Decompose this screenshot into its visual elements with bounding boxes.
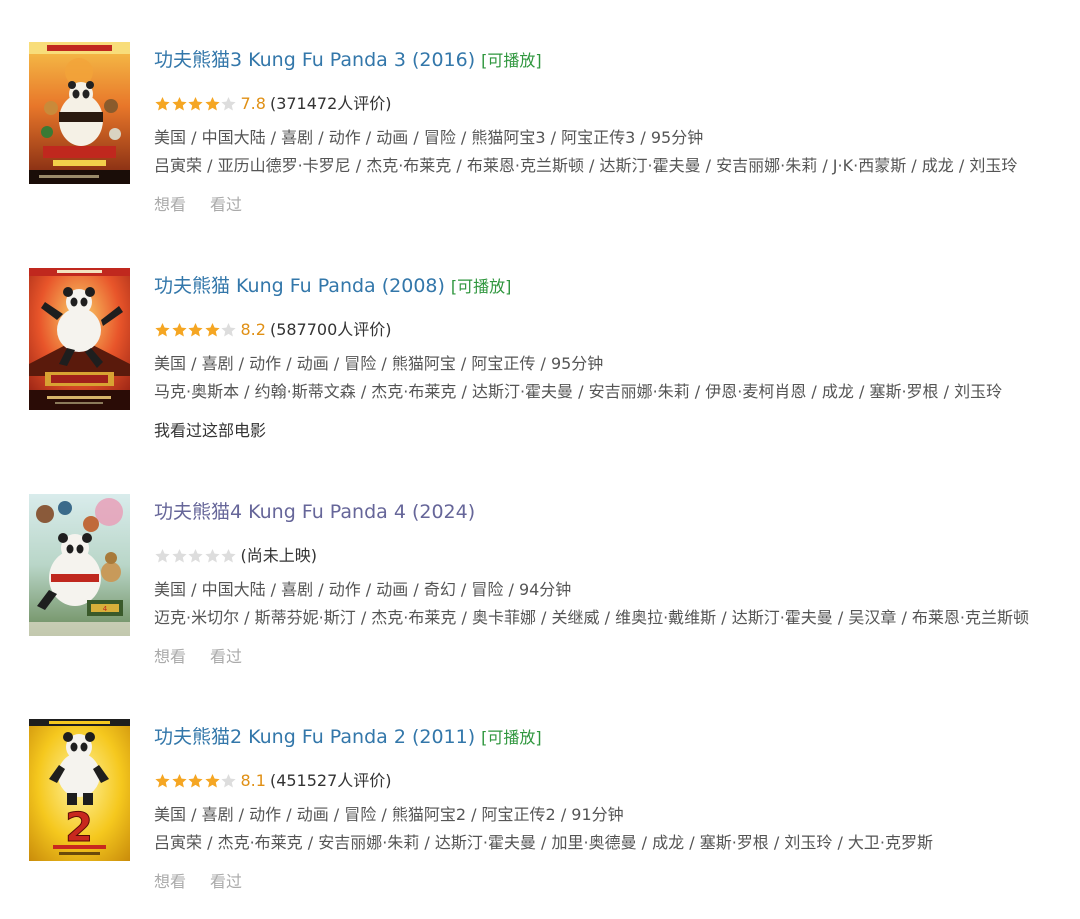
playable-badge[interactable]: [可播放] <box>451 277 512 296</box>
list-item: 功夫熊猫3 Kung Fu Panda 3 (2016) [可播放] 7.8 (3… <box>0 42 1080 242</box>
star-empty-icon <box>188 549 203 563</box>
star-empty-icon <box>221 549 236 563</box>
svg-text:4: 4 <box>103 605 108 613</box>
movie-title-link[interactable]: 功夫熊猫2 Kung Fu Panda 2 (2011) <box>154 726 475 748</box>
rating-row: (尚未上映) <box>154 544 317 568</box>
playable-badge[interactable]: [可播放] <box>481 728 542 747</box>
want-to-watch-button[interactable]: 想看 <box>154 872 186 891</box>
list-item: 4 功夫熊猫4 Kung Fu Panda 4 (2024) (尚未上映) 美国… <box>0 494 1080 694</box>
star-filled-icon <box>171 774 187 788</box>
list-item: 功夫熊猫 Kung Fu Panda (2008) [可播放] 8.2 (5877… <box>0 268 1080 468</box>
poster-image <box>29 42 130 184</box>
movie-cast: 吕寅荣 / 亚历山德罗·卡罗尼 / 杰克·布莱克 / 布莱恩·克兰斯顿 / 达斯… <box>154 156 1018 175</box>
rating-score: 8.1 <box>240 771 266 790</box>
star-filled-icon <box>155 774 170 788</box>
movie-cast: 吕寅荣 / 杰克·布莱克 / 安吉丽娜·朱莉 / 达斯汀·霍夫曼 / 加里·奥德… <box>154 833 934 852</box>
movie-meta: 美国 / 喜剧 / 动作 / 动画 / 冒险 / 熊猫阿宝 / 阿宝正传 / 9… <box>154 354 604 373</box>
poster-image: 2 <box>29 719 130 861</box>
kung-fu-panda-2-poster[interactable]: 2 <box>29 719 130 861</box>
star-filled-icon <box>155 323 170 337</box>
rating-votes: (371472人评价) <box>269 94 392 113</box>
star-filled-icon <box>204 323 220 337</box>
want-to-watch-button[interactable]: 想看 <box>154 195 186 214</box>
kung-fu-panda-poster[interactable] <box>29 268 130 410</box>
movie-title-link[interactable]: 功夫熊猫4 Kung Fu Panda 4 (2024) <box>154 501 475 523</box>
star-empty-icon <box>155 549 170 563</box>
movie-meta: 美国 / 喜剧 / 动作 / 动画 / 冒险 / 熊猫阿宝2 / 阿宝正传2 /… <box>154 805 624 824</box>
title-row: 功夫熊猫3 Kung Fu Panda 3 (2016) [可播放] <box>154 46 542 74</box>
watched-button[interactable]: 看过 <box>210 872 242 891</box>
watched-status: 我看过这部电影 <box>154 421 267 440</box>
star-empty-icon <box>221 774 236 788</box>
movie-meta: 美国 / 中国大陆 / 喜剧 / 动作 / 动画 / 奇幻 / 冒险 / 94分… <box>154 580 572 599</box>
star-filled-icon <box>171 97 187 111</box>
movie-meta: 美国 / 中国大陆 / 喜剧 / 动作 / 动画 / 冒险 / 熊猫阿宝3 / … <box>154 128 704 147</box>
list-item: 2 功夫熊猫2 Kung Fu Panda 2 (2011) [可播放] 8.1 … <box>0 719 1080 919</box>
star-filled-icon <box>204 774 220 788</box>
action-row: 想看 看过 <box>154 645 266 669</box>
rating-status: (尚未上映) <box>240 546 318 565</box>
title-row: 功夫熊猫 Kung Fu Panda (2008) [可播放] <box>154 272 511 300</box>
star-empty-icon <box>171 549 187 563</box>
star-filled-icon <box>188 97 203 111</box>
poster-image <box>29 268 130 410</box>
title-row: 功夫熊猫4 Kung Fu Panda 4 (2024) <box>154 498 475 526</box>
movie-cast: 迈克·米切尔 / 斯蒂芬妮·斯汀 / 杰克·布莱克 / 奥卡菲娜 / 关继威 /… <box>154 608 1030 627</box>
star-filled-icon <box>155 97 170 111</box>
rating-row: 8.2 (587700人评价) <box>154 318 392 342</box>
star-rating <box>154 773 237 789</box>
playable-badge[interactable]: [可播放] <box>481 51 542 70</box>
star-rating <box>154 322 237 338</box>
kung-fu-panda-3-poster[interactable] <box>29 42 130 184</box>
action-row: 想看 看过 <box>154 870 266 894</box>
star-filled-icon <box>171 323 187 337</box>
poster-image: 4 <box>29 494 130 636</box>
star-empty-icon <box>204 549 220 563</box>
rating-votes: (587700人评价) <box>269 320 392 339</box>
svg-text:2: 2 <box>65 805 93 851</box>
movie-title-link[interactable]: 功夫熊猫3 Kung Fu Panda 3 (2016) <box>154 49 475 71</box>
rating-score: 8.2 <box>240 320 266 339</box>
star-filled-icon <box>188 774 203 788</box>
action-row: 我看过这部电影 <box>154 419 266 443</box>
watched-button[interactable]: 看过 <box>210 647 242 666</box>
star-rating <box>154 96 237 112</box>
movie-cast: 马克·奥斯本 / 约翰·斯蒂文森 / 杰克·布莱克 / 达斯汀·霍夫曼 / 安吉… <box>154 382 1003 401</box>
star-filled-icon <box>188 323 203 337</box>
rating-row: 8.1 (451527人评价) <box>154 769 392 793</box>
watched-button[interactable]: 看过 <box>210 195 242 214</box>
search-results-list: 功夫熊猫3 Kung Fu Panda 3 (2016) [可播放] 7.8 (3… <box>0 0 1080 905</box>
action-row: 想看 看过 <box>154 193 266 217</box>
rating-score: 7.8 <box>240 94 266 113</box>
star-rating <box>154 548 237 564</box>
star-empty-icon <box>221 97 236 111</box>
rating-row: 7.8 (371472人评价) <box>154 92 392 116</box>
star-filled-icon <box>204 97 220 111</box>
want-to-watch-button[interactable]: 想看 <box>154 647 186 666</box>
kung-fu-panda-4-poster[interactable]: 4 <box>29 494 130 636</box>
rating-votes: (451527人评价) <box>269 771 392 790</box>
movie-title-link[interactable]: 功夫熊猫 Kung Fu Panda (2008) <box>154 275 445 297</box>
title-row: 功夫熊猫2 Kung Fu Panda 2 (2011) [可播放] <box>154 723 542 751</box>
star-empty-icon <box>221 323 236 337</box>
